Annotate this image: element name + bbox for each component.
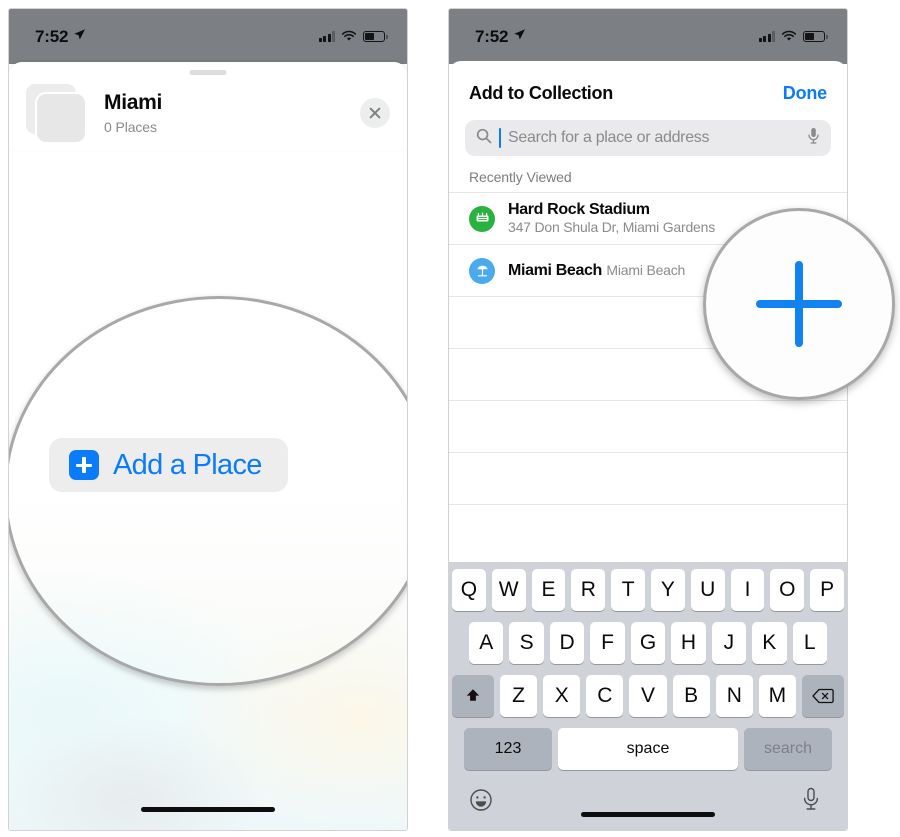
microphone-icon[interactable] [802, 787, 828, 813]
sheet-grabber-icon[interactable] [189, 70, 227, 75]
list-item-title: Miami Beach [508, 261, 602, 279]
plus-square-icon [69, 450, 99, 480]
key-h[interactable]: H [671, 622, 706, 664]
shift-icon[interactable] [452, 675, 494, 717]
key-g[interactable]: G [630, 622, 666, 664]
status-time-group: 7:52 [35, 27, 86, 47]
list-item-empty [449, 349, 847, 401]
key-m[interactable]: M [758, 675, 796, 717]
screen-left: 7:52 Miami 0 Places Add a Place [9, 9, 407, 830]
list-item-title: Hard Rock Stadium [508, 200, 650, 218]
status-time: 7:52 [35, 26, 69, 46]
key-b[interactable]: B [672, 675, 710, 717]
section-header-recently-viewed: Recently Viewed [469, 169, 572, 185]
wifi-icon [781, 27, 797, 47]
key-t[interactable]: T [611, 569, 645, 611]
delete-backspace-icon[interactable] [801, 675, 844, 717]
key-r[interactable]: R [571, 569, 606, 611]
list-item-empty [449, 453, 847, 505]
wifi-icon [341, 27, 357, 47]
add-a-place-button[interactable]: Add a Place [49, 438, 288, 492]
list-item-empty [449, 401, 847, 453]
add-a-place-label: Add a Place [113, 448, 262, 481]
key-o[interactable]: O [770, 569, 805, 611]
list-item[interactable]: Hard Rock Stadium 347 Don Shula Dr, Miam… [449, 193, 847, 245]
key-u[interactable]: U [690, 569, 725, 611]
status-time: 7:52 [475, 26, 509, 46]
sheet-header: Add to Collection Done [449, 61, 847, 104]
status-indicators [758, 27, 828, 47]
on-screen-keyboard[interactable]: Q W E R T Y U I O P A S D F G H J K L Z … [449, 562, 847, 830]
list-item-subtitle: Miami Beach [606, 261, 686, 278]
key-c[interactable]: C [586, 675, 624, 717]
cellular-signal-icon [758, 31, 775, 42]
keyboard-row-3: Z X C V B N M [449, 675, 847, 717]
space-key[interactable]: space [558, 728, 738, 770]
key-f[interactable]: F [590, 622, 625, 664]
status-bar-left: 7:52 [9, 9, 407, 64]
close-icon[interactable] [360, 98, 390, 128]
done-button[interactable]: Done [783, 83, 827, 104]
collection-header: Miami 0 Places [9, 76, 407, 150]
keyboard-row-1: Q W E R T Y U I O P [449, 569, 847, 611]
status-indicators [318, 27, 388, 47]
battery-icon [803, 31, 828, 42]
list-item-text: Miami Beach Miami Beach [508, 261, 827, 280]
key-x[interactable]: X [543, 675, 581, 717]
sheet-title: Add to Collection [469, 83, 613, 103]
status-bar-right: 7:52 [449, 9, 847, 64]
key-v[interactable]: V [629, 675, 667, 717]
list-item-subtitle: 347 Don Shula Dr, Miami Gardens [508, 219, 716, 236]
key-l[interactable]: L [792, 622, 827, 664]
text-cursor [499, 128, 501, 148]
key-k[interactable]: K [752, 622, 787, 664]
keyboard-row-2: A S D F G H J K L [449, 622, 847, 664]
key-d[interactable]: D [549, 622, 585, 664]
collection-sheet: Miami 0 Places [9, 62, 407, 150]
search-placeholder: Search for a place or address [508, 129, 710, 146]
numeric-key[interactable]: 123 [464, 728, 552, 770]
home-indicator-icon [581, 812, 715, 817]
key-q[interactable]: Q [452, 569, 486, 611]
key-s[interactable]: S [509, 622, 544, 664]
home-indicator-icon [141, 807, 275, 812]
keyboard-row-4: 123 space search [449, 728, 847, 770]
key-i[interactable]: I [730, 569, 765, 611]
screen-right: 7:52 Add to Collection Done Search for a… [449, 9, 847, 830]
location-arrow-icon [73, 26, 86, 46]
key-p[interactable]: P [810, 569, 844, 611]
collection-subtitle: 0 Places [104, 118, 157, 135]
cellular-signal-icon [318, 31, 335, 42]
phone-right: 7:52 Add to Collection Done Search for a… [448, 8, 848, 831]
list-item-text: Hard Rock Stadium 347 Don Shula Dr, Miam… [508, 200, 827, 237]
emoji-smiley-icon[interactable] [468, 787, 494, 813]
microphone-icon[interactable] [807, 127, 820, 150]
key-z[interactable]: Z [500, 675, 538, 717]
screenshot-stage: 7:52 Miami 0 Places Add a Place 7:52 Add… [0, 0, 900, 837]
collection-text: Miami 0 Places [104, 91, 360, 134]
beach-umbrella-icon [469, 257, 495, 284]
search-input[interactable]: Search for a place or address [465, 120, 831, 156]
key-a[interactable]: A [469, 622, 504, 664]
location-arrow-icon [513, 26, 526, 46]
search-return-key[interactable]: search [744, 728, 832, 770]
status-time-group: 7:52 [475, 27, 526, 47]
phone-left: 7:52 Miami 0 Places Add a Place [8, 8, 408, 831]
results-list: Hard Rock Stadium 347 Don Shula Dr, Miam… [449, 192, 847, 505]
key-y[interactable]: Y [651, 569, 685, 611]
list-item-empty [449, 297, 847, 349]
search-icon [476, 128, 492, 149]
list-item[interactable]: Miami Beach Miami Beach [449, 245, 847, 297]
key-j[interactable]: J [711, 622, 747, 664]
key-e[interactable]: E [531, 569, 566, 611]
keyboard-bottom-bar [449, 781, 847, 813]
key-n[interactable]: N [715, 675, 753, 717]
collection-thumbnail-stack-icon [26, 82, 88, 144]
key-w[interactable]: W [491, 569, 526, 611]
stadium-icon [469, 205, 495, 232]
collection-title: Miami [104, 91, 163, 115]
battery-icon [363, 31, 388, 42]
